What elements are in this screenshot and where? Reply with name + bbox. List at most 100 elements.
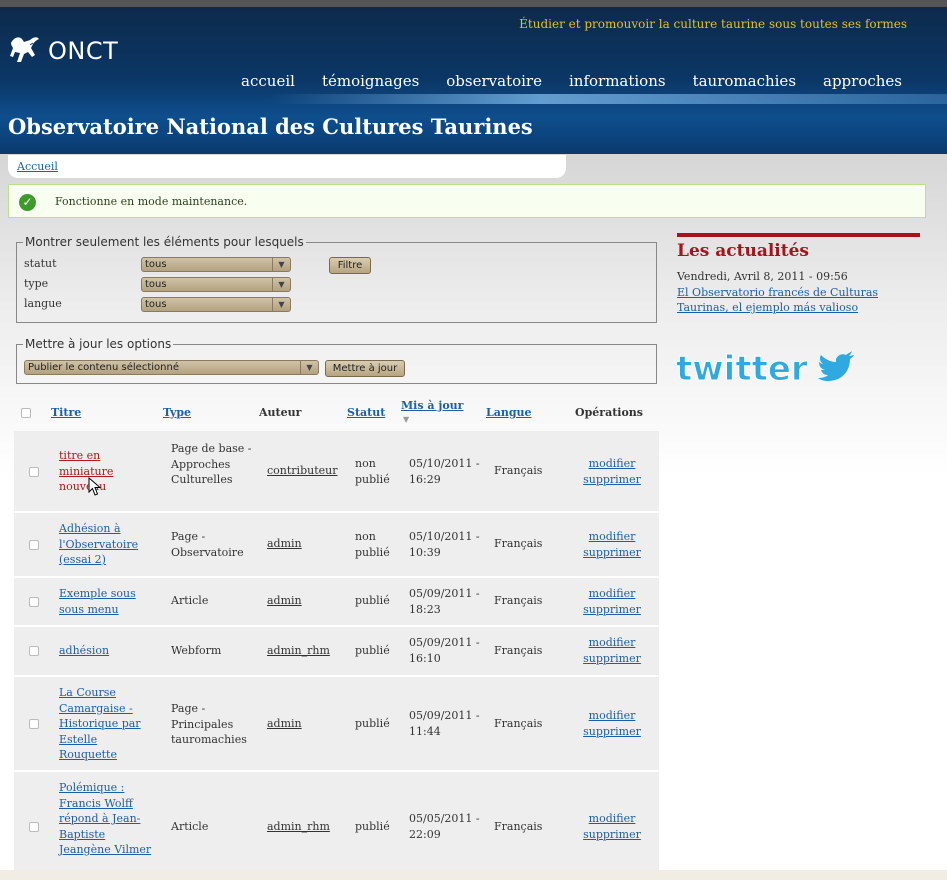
delete-link[interactable]: supprimer [583,546,641,559]
delete-link[interactable]: supprimer [583,652,641,665]
filter-type-select[interactable]: tous ▼ [141,277,291,292]
row-title-link[interactable]: Adhésion à l'Observatoire (essai 2) [59,522,138,566]
column-title-header[interactable]: Titre [51,406,81,419]
row-status: publié [355,820,390,833]
row-checkbox[interactable] [29,467,39,477]
column-status-header[interactable]: Statut [347,406,385,419]
filter-type-value: tous [145,279,167,290]
row-title-link[interactable]: Exemple sous sous menu [59,587,136,616]
row-author-link[interactable]: contributeur [267,463,347,479]
row-title-link[interactable]: Polémique : Francis Wolff répond à Jean-… [59,781,151,856]
row-type: Article [171,594,209,607]
table-header: Titre Type Auteur Statut Mis à jour ▼ La… [14,398,659,430]
row-checkbox[interactable] [29,540,39,550]
filter-fieldset: Montrer seulement les éléments pour lesq… [16,235,657,323]
site-logo[interactable]: ONCT [8,33,118,69]
site-name[interactable]: Observatoire National des Cultures Tauri… [8,114,533,139]
edit-link[interactable]: modifier [589,587,636,600]
nav-observatoire[interactable]: observatoire [446,72,542,90]
edit-link[interactable]: modifier [589,812,636,825]
news-date: Vendredi, Avril 8, 2011 - 09:56 [677,270,848,283]
filter-status-select[interactable]: tous ▼ [141,257,291,272]
row-checkbox[interactable] [29,719,39,729]
nav-approches[interactable]: approches [823,72,902,90]
row-language: Français [494,464,543,477]
row-status: publié [355,644,390,657]
edit-link[interactable]: modifier [589,530,636,543]
check-icon: ✓ [19,194,36,211]
row-language: Français [494,717,543,730]
chevron-down-icon: ▼ [272,298,290,311]
nav-informations[interactable]: informations [569,72,666,90]
row-title-cell: Adhésion à l'Observatoire (essai 2) [59,521,154,568]
nav-temoignages[interactable]: témoignages [322,72,419,90]
delete-link[interactable]: supprimer [583,473,641,486]
news-link[interactable]: El Observatorio francés de Culturas Taur… [677,285,920,315]
row-status: publié [355,594,390,607]
row-operations: modifier supprimer [574,811,650,842]
row-operations: modifier supprimer [574,529,650,560]
row-author-link[interactable]: admin [267,536,347,552]
update-action-value: Publier le contenu sélectionné [28,362,179,373]
top-bar [0,0,947,7]
sort-down-icon: ▼ [403,415,410,424]
edit-link[interactable]: modifier [589,457,636,470]
row-title-link[interactable]: adhésion [59,644,109,657]
filter-language-value: tous [145,299,167,310]
nav-accueil[interactable]: accueil [241,72,295,90]
column-updated-header[interactable]: Mis à jour [401,399,463,412]
row-date: 05/10/2011 - 10:39 [409,530,480,559]
site-tagline: Étudier et promouvoir la culture taurine… [519,17,907,31]
table-row: Exemple sous sous menu Article admin pub… [14,578,659,626]
table-row: Adhésion à l'Observatoire (essai 2) Page… [14,513,659,577]
row-operations: modifier supprimer [574,708,650,739]
row-title-cell: adhésion [59,643,154,659]
delete-link[interactable]: supprimer [583,603,641,616]
column-type-header[interactable]: Type [163,406,191,419]
main-nav: accueil témoignages observatoire informa… [214,72,902,90]
filter-status-label: statut [24,257,57,270]
update-button[interactable]: Mettre à jour [325,360,405,377]
row-date: 05/09/2011 - 18:23 [409,587,480,616]
column-author-header: Auteur [259,406,302,419]
row-title-link[interactable]: titre en miniature [59,449,113,478]
row-title-link[interactable]: La Course Camargaise - Historique par Es… [59,686,141,761]
row-title-cell: titre en miniature nouveau [59,448,154,495]
twitter-logo[interactable]: twitter [676,347,876,390]
row-checkbox[interactable] [29,597,39,607]
row-status: non publié [355,530,390,559]
row-author-link[interactable]: admin_rhm [267,643,347,659]
row-author-link[interactable]: admin_rhm [267,819,347,835]
edit-link[interactable]: modifier [589,636,636,649]
chevron-down-icon: ▼ [272,278,290,291]
row-type: Page - Observatoire [171,530,244,559]
update-action-select[interactable]: Publier le contenu sélectionné ▼ [24,360,319,375]
update-legend: Mettre à jour les options [25,337,172,351]
filter-button[interactable]: Filtre [329,257,371,274]
filter-status-value: tous [145,259,167,270]
delete-link[interactable]: supprimer [583,725,641,738]
status-message-text: Fonctionne en mode maintenance. [55,195,248,208]
breadcrumb-home-link[interactable]: Accueil [17,160,58,173]
news-block: Les actualités Vendredi, Avril 8, 2011 -… [677,233,920,315]
row-language: Français [494,644,543,657]
row-title-cell: Exemple sous sous menu [59,586,154,617]
mouse-cursor-icon [88,477,102,496]
delete-link[interactable]: supprimer [583,828,641,841]
row-operations: modifier supprimer [574,635,650,666]
column-language-header[interactable]: Langue [486,406,532,419]
row-author-link[interactable]: admin [267,593,347,609]
row-operations: modifier supprimer [574,456,650,487]
status-message: ✓ Fonctionne en mode maintenance. [8,184,926,218]
filter-language-select[interactable]: tous ▼ [141,297,291,312]
filter-legend: Montrer seulement les éléments pour lesq… [25,235,304,249]
column-operations-header: Opérations [575,406,643,419]
select-all-checkbox[interactable] [21,408,31,418]
row-checkbox[interactable] [29,646,39,656]
row-date: 05/10/2011 - 16:29 [409,457,480,486]
edit-link[interactable]: modifier [589,709,636,722]
site-header: Étudier et promouvoir la culture taurine… [0,7,947,154]
row-author-link[interactable]: admin [267,716,347,732]
row-checkbox[interactable] [29,822,39,832]
nav-tauromachies[interactable]: tauromachies [693,72,796,90]
